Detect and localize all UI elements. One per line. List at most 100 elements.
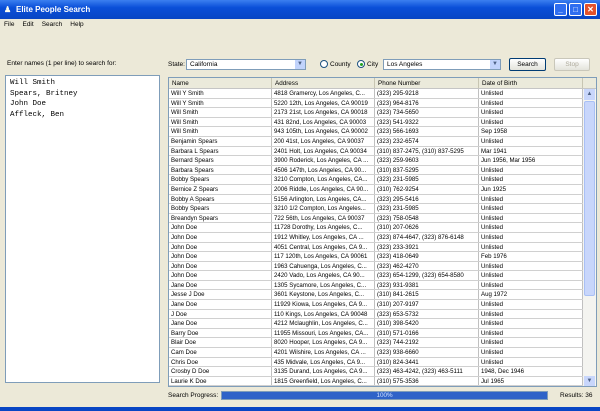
close-button[interactable]: ✕ bbox=[584, 3, 597, 16]
chevron-down-icon: ▼ bbox=[490, 60, 500, 69]
cell-phone: (323) 418-0649 bbox=[375, 252, 479, 261]
cell-phone: (323) 259-9603 bbox=[375, 156, 479, 165]
menu-help[interactable]: Help bbox=[70, 21, 83, 28]
cell-phone: (323) 231-5985 bbox=[375, 175, 479, 184]
city-select[interactable]: Los Angeles ▼ bbox=[383, 59, 501, 70]
cell-dob: Unlisted bbox=[479, 280, 583, 290]
cell-phone: (323) 462-4270 bbox=[375, 261, 479, 271]
table-row[interactable]: Will Smith 431 82nd, Los Angeles, CA 9000… bbox=[169, 117, 596, 128]
cell-phone: (310) 398-5420 bbox=[375, 319, 479, 328]
cell-phone: (310) 762-9254 bbox=[375, 184, 479, 194]
cell-dob: Jun 1956, Mar 1956 bbox=[479, 156, 583, 165]
maximize-button[interactable]: □ bbox=[569, 3, 582, 16]
scrollbar-thumb[interactable] bbox=[584, 101, 595, 296]
cell-address: 3601 Keystone, Los Angeles, C... bbox=[272, 290, 375, 300]
table-row[interactable]: John Doe 2420 Vado, Los Angeles, CA 90...… bbox=[169, 271, 596, 281]
cell-address: 2173 21st, Los Angeles, CA 90018 bbox=[272, 108, 375, 117]
table-row[interactable]: Blair Doe 8020 Hooper, Los Angeles, CA 9.… bbox=[169, 338, 596, 349]
table-row[interactable]: Jesse J Doe 3601 Keystone, Los Angeles, C… bbox=[169, 290, 596, 301]
minimize-button[interactable]: _ bbox=[554, 3, 567, 16]
table-row[interactable]: Breandyn Spears 722 56th, Los Angeles, CA… bbox=[169, 213, 596, 224]
table-row[interactable]: Bobby A Spears 5156 Arlington, Los Angele… bbox=[169, 194, 596, 205]
cell-name: Blair Doe bbox=[169, 338, 272, 348]
table-row[interactable]: Crosby D Doe 3135 Durand, Los Angeles, CA… bbox=[169, 367, 596, 377]
cell-dob: Unlisted bbox=[479, 204, 583, 213]
menu-search[interactable]: Search bbox=[42, 21, 63, 28]
cell-name: Barbara Spears bbox=[169, 165, 272, 175]
cell-dob: Unlisted bbox=[479, 348, 583, 357]
city-label: City bbox=[367, 60, 379, 68]
table-row[interactable]: J Doe 110 Kings, Los Angeles, CA 90048 (32… bbox=[169, 309, 596, 320]
table-row[interactable]: Jane Doe 1305 Sycamore, Los Angeles, C...… bbox=[169, 280, 596, 291]
menu-edit[interactable]: Edit bbox=[22, 21, 33, 28]
cell-phone: (323) 653-5732 bbox=[375, 309, 479, 319]
names-input[interactable]: Will Smith Spears, Britney John Doe Affl… bbox=[5, 75, 160, 383]
title-bar: ♟ Elite People Search _ □ ✕ bbox=[0, 0, 600, 19]
cell-address: 11955 Missouri, Los Angeles, CA... bbox=[272, 328, 375, 338]
cell-phone: (310) 824-3441 bbox=[375, 357, 479, 367]
table-row[interactable]: John Doe 11728 Dorothy, Los Angeles, C...… bbox=[169, 223, 596, 233]
cell-phone: (323) 874-4647, (323) 876-6148 bbox=[375, 232, 479, 242]
menu-file[interactable]: File bbox=[4, 21, 14, 28]
table-row[interactable]: Laurie K Doe 1815 Greenfield, Los Angeles… bbox=[169, 376, 596, 386]
cell-phone: (323) 931-9381 bbox=[375, 280, 479, 290]
cell-address: 11929 Kiowa, Los Angeles, CA 9... bbox=[272, 300, 375, 309]
scroll-down-icon[interactable]: ▼ bbox=[584, 376, 595, 386]
cell-name: Jesse J Doe bbox=[169, 290, 272, 300]
table-row[interactable]: John Doe 1912 Whitley, Los Angeles, CA ..… bbox=[169, 232, 596, 243]
table-row[interactable]: John Doe 1963 Cahuenga, Los Angeles, C...… bbox=[169, 261, 596, 272]
cell-dob: Unlisted bbox=[479, 108, 583, 117]
cell-name: Cam Doe bbox=[169, 348, 272, 357]
app-icon: ♟ bbox=[4, 5, 12, 14]
table-row[interactable]: John Doe 4051 Central, Los Angeles, CA 9.… bbox=[169, 242, 596, 253]
cell-address: 2006 Riddle, Los Angeles, CA 90... bbox=[272, 184, 375, 194]
cell-address: 1963 Cahuenga, Los Angeles, C... bbox=[272, 261, 375, 271]
cell-address: 1912 Whitley, Los Angeles, CA ... bbox=[272, 232, 375, 242]
state-select[interactable]: California ▼ bbox=[186, 59, 306, 70]
table-row[interactable]: Jane Doe 11929 Kiowa, Los Angeles, CA 9..… bbox=[169, 300, 596, 310]
table-row[interactable]: Will Y Smith 4818 Gramercy, Los Angeles, … bbox=[169, 89, 596, 99]
table-row[interactable]: Will Smith 943 105th, Los Angeles, CA 900… bbox=[169, 127, 596, 137]
vertical-scrollbar[interactable]: ▲ ▼ bbox=[583, 89, 596, 386]
stop-button[interactable]: Stop bbox=[554, 58, 590, 71]
scroll-up-icon[interactable]: ▲ bbox=[584, 89, 595, 100]
table-row[interactable]: Barbara Spears 4506 147th, Los Angeles, C… bbox=[169, 165, 596, 176]
table-row[interactable]: Bernard Spears 3900 Roderick, Los Angeles… bbox=[169, 156, 596, 166]
cell-address: 8020 Hooper, Los Angeles, CA 9... bbox=[272, 338, 375, 348]
table-row[interactable]: John Doe 117 120th, Los Angeles, CA 90061… bbox=[169, 252, 596, 262]
cell-name: Will Smith bbox=[169, 117, 272, 127]
cell-name: Benjamin Spears bbox=[169, 136, 272, 146]
cell-phone: (323) 233-3921 bbox=[375, 242, 479, 252]
table-row[interactable]: Benjamin Spears 200 41st, Los Angeles, CA… bbox=[169, 136, 596, 147]
table-row[interactable]: Barry Doe 11955 Missouri, Los Angeles, CA… bbox=[169, 328, 596, 339]
cell-address: 3900 Roderick, Los Angeles, CA ... bbox=[272, 156, 375, 165]
search-button[interactable]: Search bbox=[509, 58, 546, 71]
column-header-address[interactable]: Address bbox=[272, 78, 375, 88]
progress-text: 100% bbox=[376, 392, 393, 399]
cell-address: 3135 Durand, Los Angeles, CA 9... bbox=[272, 367, 375, 376]
column-header-name[interactable]: Name bbox=[169, 78, 272, 88]
cell-address: 431 82nd, Los Angeles, CA 90003 bbox=[272, 117, 375, 127]
column-header-dob[interactable]: Date of Birth bbox=[479, 78, 583, 88]
radio-checked-icon bbox=[357, 60, 365, 68]
table-row[interactable]: Bernice Z Spears 2006 Riddle, Los Angeles… bbox=[169, 184, 596, 195]
cell-name: Breandyn Spears bbox=[169, 213, 272, 223]
cell-name: J Doe bbox=[169, 309, 272, 319]
table-row[interactable]: Barbara L Spears 2401 Holt, Los Angeles, … bbox=[169, 146, 596, 157]
county-radio[interactable]: County bbox=[320, 60, 351, 68]
city-radio[interactable]: City bbox=[357, 60, 378, 68]
table-row[interactable]: Bobby Spears 3210 Compton, Los Angeles, C… bbox=[169, 175, 596, 185]
table-row[interactable]: Will Y Smith 5220 12th, Los Angeles, CA 9… bbox=[169, 98, 596, 109]
cell-name: John Doe bbox=[169, 232, 272, 242]
table-row[interactable]: Bobby Spears 3210 1/2 Compton, Los Angele… bbox=[169, 204, 596, 214]
cell-dob: Jul 1965 bbox=[479, 376, 583, 386]
table-row[interactable]: Will Smith 2173 21st, Los Angeles, CA 900… bbox=[169, 108, 596, 118]
table-row[interactable]: Jane Doe 4212 Mclaughlin, Los Angeles, C.… bbox=[169, 319, 596, 329]
cell-name: Will Smith bbox=[169, 127, 272, 136]
cell-phone: (323) 231-5985 bbox=[375, 204, 479, 213]
results-table: Name Address Phone Number Date of Birth … bbox=[168, 77, 597, 387]
table-row[interactable]: Chris Doe 435 Midvale, Los Angeles, CA 9.… bbox=[169, 357, 596, 368]
table-row[interactable]: Cam Doe 4201 Wilshire, Los Angeles, CA ..… bbox=[169, 348, 596, 358]
cell-address: 4051 Central, Los Angeles, CA 9... bbox=[272, 242, 375, 252]
column-header-phone[interactable]: Phone Number bbox=[375, 78, 479, 88]
